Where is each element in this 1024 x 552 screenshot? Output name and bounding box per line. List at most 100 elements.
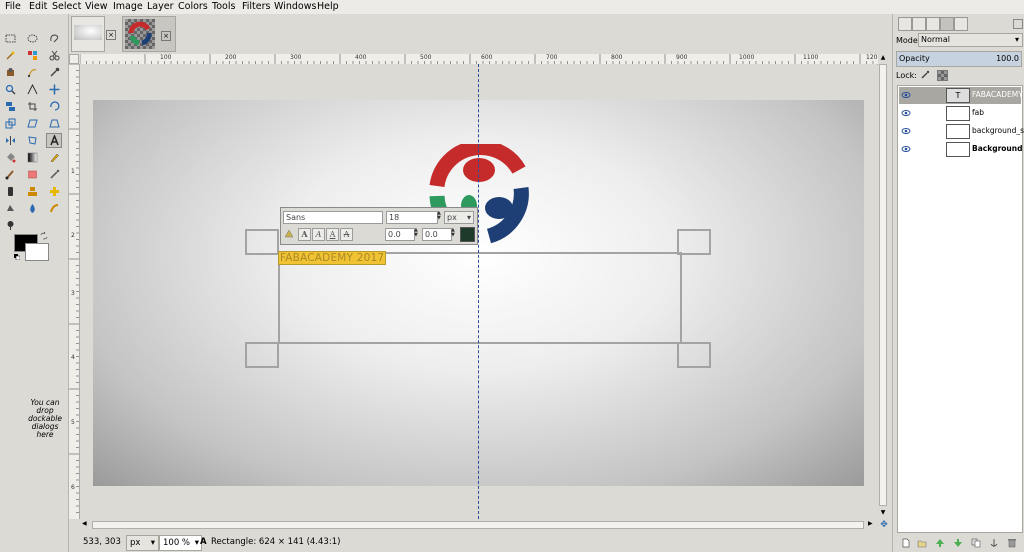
raise-layer-icon[interactable] — [935, 538, 945, 548]
image-tab-2[interactable]: × — [122, 16, 176, 52]
paths-icon[interactable] — [25, 66, 39, 79]
menu-image[interactable]: Image — [113, 1, 143, 12]
eraser-icon[interactable] — [25, 168, 39, 181]
duplicate-layer-icon[interactable] — [971, 538, 981, 548]
horizontal-scroll-thumb[interactable] — [92, 521, 864, 529]
paintbrush-icon[interactable] — [3, 168, 17, 181]
new-layer-group-icon[interactable] — [917, 538, 927, 548]
select-by-color-icon[interactable] — [25, 49, 39, 62]
ink-icon[interactable] — [3, 185, 17, 198]
text-frame-handle-bottom-left[interactable] — [245, 342, 279, 368]
menu-filters[interactable]: Filters — [242, 1, 270, 12]
text-frame-handle-bottom-right[interactable] — [677, 342, 711, 368]
perspective-clone-icon[interactable] — [3, 202, 17, 215]
ellipse-select-icon[interactable] — [25, 32, 39, 45]
canvas-area[interactable]: FABACADEMY 2017 Sans 18 ▲ ▼ px ▾ A A A A … — [80, 64, 877, 519]
scroll-right-icon[interactable]: ▶ — [868, 520, 876, 530]
configure-tab-icon[interactable] — [1013, 19, 1023, 29]
color-picker-icon[interactable] — [47, 66, 61, 79]
device-status-tab-icon[interactable] — [912, 17, 926, 31]
close-icon[interactable]: × — [161, 31, 171, 41]
perspective-icon[interactable] — [47, 117, 61, 130]
menu-edit[interactable]: Edit — [29, 1, 47, 12]
image-tab-1[interactable] — [71, 16, 105, 52]
scissors-icon[interactable] — [47, 49, 61, 62]
kerning-spinner-icon[interactable]: ▲ ▼ — [451, 228, 457, 239]
menu-help[interactable]: Help — [317, 1, 339, 12]
foreground-select-icon[interactable] — [3, 66, 17, 79]
menu-file[interactable]: File — [5, 1, 21, 12]
font-size-field[interactable]: 18 — [386, 211, 438, 224]
layer-row[interactable]: Background — [899, 141, 1022, 158]
zoom-icon[interactable] — [3, 83, 17, 96]
measure-icon[interactable] — [25, 83, 39, 96]
text-frame-handle-top-right[interactable] — [677, 229, 711, 255]
vertical-ruler[interactable]: 1 2 3 4 5 6 — [69, 64, 80, 519]
menu-view[interactable]: View — [85, 1, 108, 12]
background-color-swatch[interactable] — [25, 243, 49, 261]
scale-icon[interactable] — [3, 117, 17, 130]
rotate-icon[interactable] — [47, 100, 61, 113]
size-spinner-icon[interactable]: ▲ ▼ — [437, 211, 443, 222]
scroll-up-icon[interactable]: ▲ — [878, 54, 888, 63]
font-field[interactable]: Sans — [283, 211, 383, 224]
dodge-burn-icon[interactable] — [3, 219, 17, 232]
tool-options-tab-icon[interactable] — [898, 17, 912, 31]
move-icon[interactable] — [47, 83, 61, 96]
lock-alpha-icon[interactable] — [937, 70, 948, 81]
unit-dropdown[interactable]: px ▾ — [126, 535, 159, 551]
layer-row[interactable]: fab — [899, 105, 1017, 122]
lock-pixels-icon[interactable] — [920, 70, 930, 80]
eye-icon[interactable] — [901, 90, 911, 100]
crop-icon[interactable] — [25, 100, 39, 113]
close-icon[interactable]: × — [106, 30, 116, 40]
align-icon[interactable] — [3, 100, 17, 113]
eye-icon[interactable] — [901, 108, 911, 118]
strikethrough-button[interactable]: A — [340, 228, 353, 241]
baseline-field[interactable]: 0.0 — [385, 228, 415, 241]
text-layer-content[interactable]: FABACADEMY 2017 — [278, 251, 387, 265]
eye-icon[interactable] — [901, 126, 911, 136]
new-layer-icon[interactable] — [901, 538, 911, 548]
pencil-icon[interactable] — [47, 151, 61, 164]
shear-icon[interactable] — [25, 117, 39, 130]
clone-icon[interactable] — [25, 185, 39, 198]
vertical-guide[interactable] — [478, 64, 479, 519]
text-frame-handle-top-left[interactable] — [245, 229, 279, 255]
lower-layer-icon[interactable] — [953, 538, 963, 548]
layer-row[interactable]: background_sh — [899, 123, 1024, 140]
default-colors-icon[interactable] — [14, 253, 21, 261]
menu-windows[interactable]: Windows — [274, 1, 316, 12]
layer-row[interactable]: T FABACADEMY — [899, 87, 1023, 104]
kerning-field[interactable]: 0.0 — [422, 228, 452, 241]
scroll-left-icon[interactable]: ◀ — [82, 520, 90, 530]
opacity-slider[interactable]: Opacity 100.0 — [896, 51, 1022, 67]
cage-icon[interactable] — [25, 134, 39, 147]
vertical-scroll-thumb[interactable] — [879, 64, 887, 506]
navigate-icon[interactable]: ✥ — [879, 520, 889, 530]
italic-button[interactable]: A — [312, 228, 325, 241]
fuzzy-select-icon[interactable] — [3, 49, 17, 62]
delete-layer-icon[interactable] — [1007, 538, 1017, 548]
eye-icon[interactable] — [901, 144, 911, 154]
layers-tab-icon[interactable] — [940, 17, 954, 31]
bold-button[interactable]: A — [298, 228, 311, 241]
horizontal-scrollbar[interactable]: ◀ ▶ — [80, 520, 878, 530]
zoom-dropdown[interactable]: 100 % ▾ — [159, 535, 202, 551]
ruler-corner[interactable] — [69, 54, 79, 64]
rect-select-icon[interactable] — [3, 32, 17, 45]
flip-icon[interactable] — [3, 134, 17, 147]
free-select-icon[interactable] — [47, 32, 61, 45]
unit-select[interactable]: px ▾ — [444, 211, 474, 224]
swap-colors-icon[interactable] — [40, 231, 48, 240]
text-color-swatch[interactable] — [460, 227, 475, 242]
vertical-scrollbar[interactable]: ▲ ▼ — [878, 54, 888, 519]
blur-icon[interactable] — [25, 202, 39, 215]
menu-layer[interactable]: Layer — [147, 1, 174, 12]
text-tool-icon[interactable] — [46, 133, 62, 148]
bucket-fill-icon[interactable] — [3, 151, 17, 164]
blend-icon[interactable] — [25, 151, 39, 164]
menu-tools[interactable]: Tools — [212, 1, 235, 12]
anchor-layer-icon[interactable] — [989, 538, 999, 548]
menu-select[interactable]: Select — [52, 1, 81, 12]
